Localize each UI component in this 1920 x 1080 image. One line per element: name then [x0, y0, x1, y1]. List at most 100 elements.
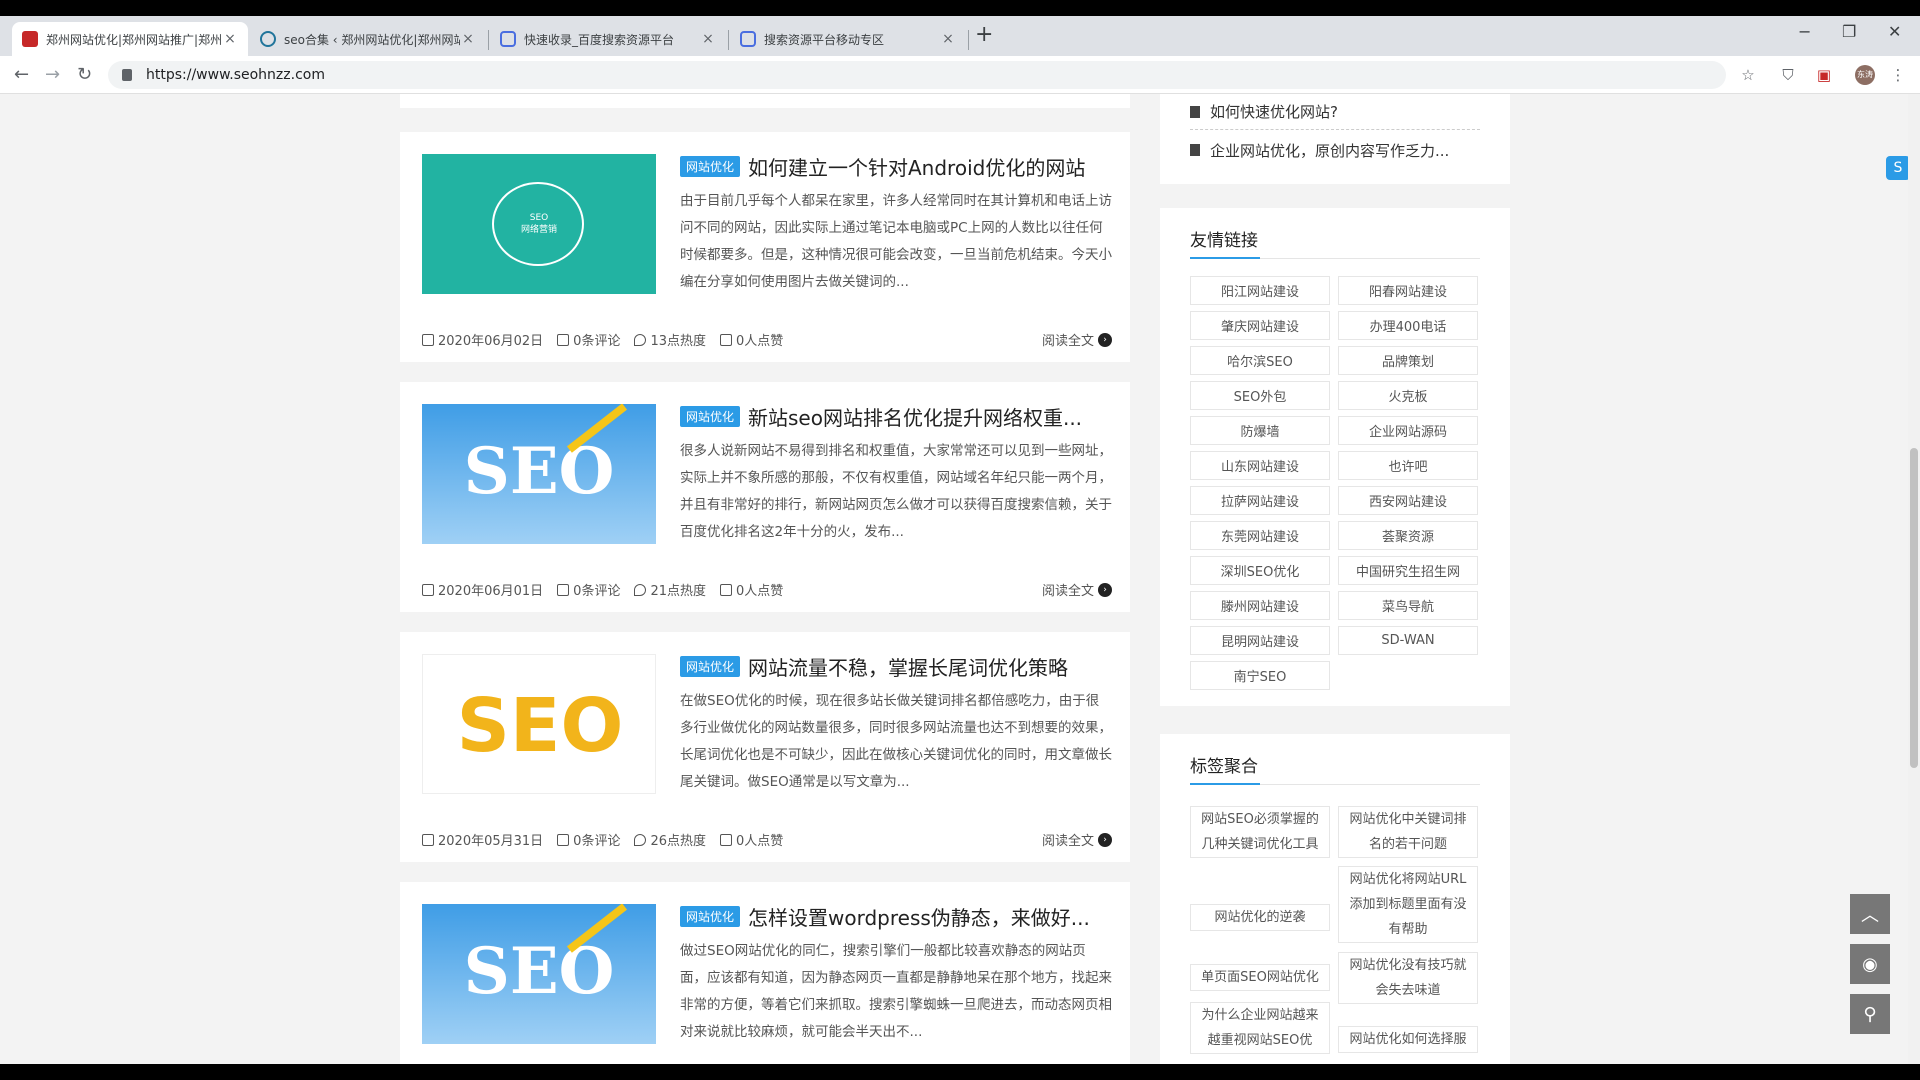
chevron-right-icon: › — [1098, 582, 1112, 597]
friend-link[interactable]: 昆明网站建设 — [1190, 626, 1330, 655]
friend-link[interactable]: 阳江网站建设 — [1190, 276, 1330, 305]
tab-strip: 郑州网站优化|郑州网站推广|郑州 × seo合集 ‹ 郑州网站优化|郑州网站 ×… — [0, 16, 1920, 56]
tab-seohnzz[interactable]: 郑州网站优化|郑州网站推广|郑州 × — [12, 22, 248, 56]
article-thumbnail[interactable]: SEO 网络营销 — [422, 154, 656, 294]
friend-link[interactable]: 肇庆网站建设 — [1190, 311, 1330, 340]
category-badge[interactable]: 网站优化 — [680, 156, 741, 177]
address-bar[interactable]: https://www.seohnzz.com — [108, 61, 1726, 89]
new-tab-button[interactable]: + — [975, 24, 993, 46]
scrollbar-thumb[interactable] — [1910, 448, 1918, 768]
tab-baidu-mobile[interactable]: 搜索资源平台移动专区 × — [730, 22, 966, 56]
comment-icon — [557, 583, 570, 596]
tag-item[interactable]: 单页面SEO网站优化 — [1190, 964, 1330, 991]
plugin-icon[interactable]: S — [1886, 156, 1910, 180]
tag-item[interactable]: 网站SEO必须掌握的几种关键词优化工具 — [1190, 806, 1330, 858]
reload-button[interactable]: ↻ — [77, 64, 92, 85]
tag-item[interactable]: 网站优化中关键词排名的若干问题 — [1338, 806, 1478, 858]
friend-link[interactable]: 深圳SEO优化 — [1190, 556, 1330, 585]
avatar[interactable]: 东涛 — [1855, 65, 1875, 85]
comment-count: 0条评论 — [573, 334, 621, 349]
friend-link[interactable]: 企业网站源码 — [1338, 416, 1478, 445]
recent-post-item[interactable]: 如何快速优化网站? — [1190, 94, 1480, 130]
tag-item[interactable]: 网站优化将网站URL添加到标题里面有没有帮助 — [1338, 866, 1478, 943]
recent-post-item[interactable]: 企业网站优化，原创内容写作乏力... — [1190, 132, 1480, 168]
back-button[interactable]: ← — [14, 64, 29, 85]
comment-count: 0条评论 — [573, 834, 621, 849]
comments-item[interactable]: 0条评论 — [557, 830, 620, 849]
category-badge[interactable]: 网站优化 — [680, 406, 741, 427]
extension-icon[interactable]: ▣ — [1814, 65, 1834, 85]
close-tab-icon[interactable]: × — [700, 31, 716, 47]
friend-link[interactable]: 办理400电话 — [1338, 311, 1478, 340]
friend-link[interactable]: 荟聚资源 — [1338, 521, 1478, 550]
wechat-icon[interactable]: ◉ — [1850, 944, 1890, 984]
article-thumbnail[interactable]: SEO — [422, 404, 656, 544]
article-meta: 2020年05月31日 0条评论 26点热度 0人点赞 阅读全文 › — [422, 830, 1112, 849]
article-title[interactable]: 怎样设置wordpress伪静态，来做好... — [748, 902, 1113, 931]
friend-link[interactable]: 品牌策划 — [1338, 346, 1478, 375]
friend-link[interactable]: 阳春网站建设 — [1338, 276, 1478, 305]
tab-seo-collection[interactable]: seo合集 ‹ 郑州网站优化|郑州网站 × — [250, 22, 486, 56]
search-button[interactable]: ⚲ — [1850, 994, 1890, 1034]
article-title[interactable]: 网站流量不稳，掌握长尾词优化策略 — [748, 652, 1113, 681]
thumbs-up-icon — [720, 583, 732, 596]
read-more-link[interactable]: 阅读全文 › — [1042, 830, 1112, 849]
restore-button[interactable]: ❐ — [1842, 22, 1856, 41]
friend-link[interactable]: 中国研究生招生网 — [1338, 556, 1478, 585]
friend-link[interactable]: 山东网站建设 — [1190, 451, 1330, 480]
article-title[interactable]: 如何建立一个针对Android优化的网站 — [748, 152, 1113, 181]
read-more-link[interactable]: 阅读全文 › — [1042, 580, 1112, 599]
friend-link[interactable]: 西安网站建设 — [1338, 486, 1478, 515]
friend-link[interactable]: 火克板 — [1338, 381, 1478, 410]
friend-link[interactable]: 滕州网站建设 — [1190, 591, 1330, 620]
like-item[interactable]: 0人点赞 — [720, 830, 783, 849]
friend-link[interactable]: 也许吧 — [1338, 451, 1478, 480]
thumbs-up-icon — [720, 333, 732, 346]
tag-item[interactable]: 为什么企业网站越来越重视网站SEO优 — [1190, 1002, 1330, 1054]
like-count: 0人点赞 — [736, 584, 784, 599]
tag-item[interactable]: 网站优化如何选择服 — [1338, 1026, 1478, 1053]
close-window-button[interactable]: ✕ — [1888, 22, 1901, 41]
chevron-right-icon: › — [1098, 332, 1112, 347]
close-tab-icon[interactable]: × — [940, 31, 956, 47]
friend-link[interactable]: 哈尔滨SEO — [1190, 346, 1330, 375]
article-thumbnail[interactable]: SEO — [422, 654, 656, 794]
flame-icon — [634, 833, 647, 846]
close-tab-icon[interactable]: × — [222, 31, 238, 47]
comments-item[interactable]: 0条评论 — [557, 580, 620, 599]
bottom-edge — [0, 1064, 1920, 1080]
article-card-partial — [400, 94, 1130, 108]
like-item[interactable]: 0人点赞 — [720, 580, 783, 599]
category-badge[interactable]: 网站优化 — [680, 656, 741, 677]
like-item[interactable]: 0人点赞 — [720, 330, 783, 349]
shield-icon[interactable]: ⛉ — [1778, 65, 1798, 85]
title-underline — [1190, 257, 1480, 259]
friend-link[interactable]: 南宁SEO — [1190, 661, 1330, 690]
forward-button[interactable]: → — [45, 64, 60, 85]
minimize-button[interactable]: − — [1798, 22, 1811, 41]
category-badge[interactable]: 网站优化 — [680, 906, 741, 927]
tag-item[interactable]: 网站优化的逆袭 — [1190, 904, 1330, 931]
page-content: SEO 网络营销 网站优化 如何建立一个针对Android优化的网站 由于目前几… — [0, 94, 1920, 1064]
lock-icon — [122, 69, 132, 81]
article-thumbnail[interactable]: SEO — [422, 904, 656, 1044]
friend-link[interactable]: 东莞网站建设 — [1190, 521, 1330, 550]
menu-icon[interactable]: ⋮ — [1888, 65, 1908, 85]
friend-link[interactable]: SD-WAN — [1338, 626, 1478, 655]
comments-item[interactable]: 0条评论 — [557, 330, 620, 349]
friend-link[interactable]: 菜鸟导航 — [1338, 591, 1478, 620]
back-to-top-button[interactable]: ︿ — [1850, 894, 1890, 934]
read-more-link[interactable]: 阅读全文 › — [1042, 330, 1112, 349]
friend-link[interactable]: SEO外包 — [1190, 381, 1330, 410]
article-title[interactable]: 新站seo网站排名优化提升网络权重... — [748, 402, 1113, 431]
tab-baidu-fast-index[interactable]: 快速收录_百度搜索资源平台 × — [490, 22, 726, 56]
tag-item[interactable]: 网站优化没有技巧就会失去味道 — [1338, 952, 1478, 1004]
tab-title: seo合集 ‹ 郑州网站优化|郑州网站 — [284, 32, 460, 47]
heat-count: 26点热度 — [650, 834, 706, 849]
tab-title: 郑州网站优化|郑州网站推广|郑州 — [46, 32, 222, 47]
close-tab-icon[interactable]: × — [460, 31, 476, 47]
recent-post-title: 企业网站优化，原创内容写作乏力... — [1210, 141, 1450, 160]
friend-link[interactable]: 拉萨网站建设 — [1190, 486, 1330, 515]
bookmark-star-icon[interactable]: ☆ — [1738, 65, 1758, 85]
friend-link[interactable]: 防爆墙 — [1190, 416, 1330, 445]
